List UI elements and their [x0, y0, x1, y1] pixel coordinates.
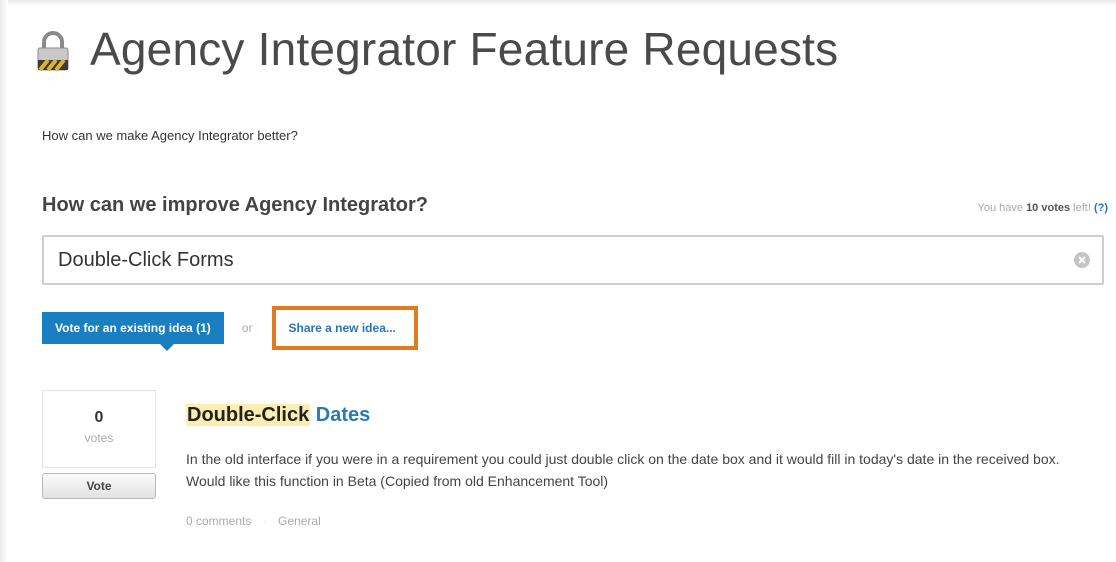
page: Agency Integrator Feature Requests How c…: [0, 0, 1116, 562]
prompt-row: How can we improve Agency Integrator? Yo…: [42, 194, 1108, 217]
idea-description: In the old interface if you were in a re…: [186, 451, 1060, 489]
page-title: Agency Integrator Feature Requests: [90, 23, 839, 75]
clear-icon[interactable]: [1074, 252, 1090, 268]
left-edge: [0, 0, 8, 562]
vote-existing-idea-tab[interactable]: Vote for an existing idea (1): [42, 312, 224, 351]
help-link[interactable]: (?): [1094, 202, 1108, 214]
vote-count-label: votes: [84, 431, 114, 445]
prompt-heading: How can we improve Agency Integrator?: [42, 194, 429, 216]
share-idea-highlight-box: Share a new idea...: [272, 306, 418, 350]
idea-meta: 0 comments · General: [186, 514, 321, 528]
votes-left-prefix: You have: [977, 202, 1023, 214]
votes-left-text: You have 10 votes left! (?): [978, 202, 1108, 214]
action-row: Vote for an existing idea (1) or Share a…: [42, 306, 418, 351]
vote-count: 0: [94, 409, 104, 426]
idea-title-match: Double-Click: [186, 404, 311, 426]
top-shadow: [0, 0, 1116, 6]
votes-left-count: 10 votes: [1026, 202, 1071, 214]
idea-title[interactable]: Double-Click Dates: [186, 404, 370, 427]
vote-count-box: 0 votes: [42, 390, 156, 468]
idea-search-box: [42, 235, 1104, 285]
intro-text: How can we make Agency Integrator better…: [42, 128, 298, 143]
share-new-idea-link[interactable]: Share a new idea...: [288, 321, 395, 335]
page-header: Agency Integrator Feature Requests: [36, 22, 838, 76]
votes-left-suffix: left!: [1073, 202, 1091, 214]
category-link[interactable]: General: [278, 514, 321, 528]
idea-search-input[interactable]: [58, 248, 1058, 272]
or-label: or: [241, 321, 253, 335]
lock-icon: [37, 31, 69, 72]
comments-link[interactable]: 0 comments: [186, 514, 251, 528]
idea-title-rest: Dates: [310, 404, 371, 426]
vote-button[interactable]: Vote: [42, 473, 156, 499]
meta-separator: ·: [262, 514, 267, 528]
